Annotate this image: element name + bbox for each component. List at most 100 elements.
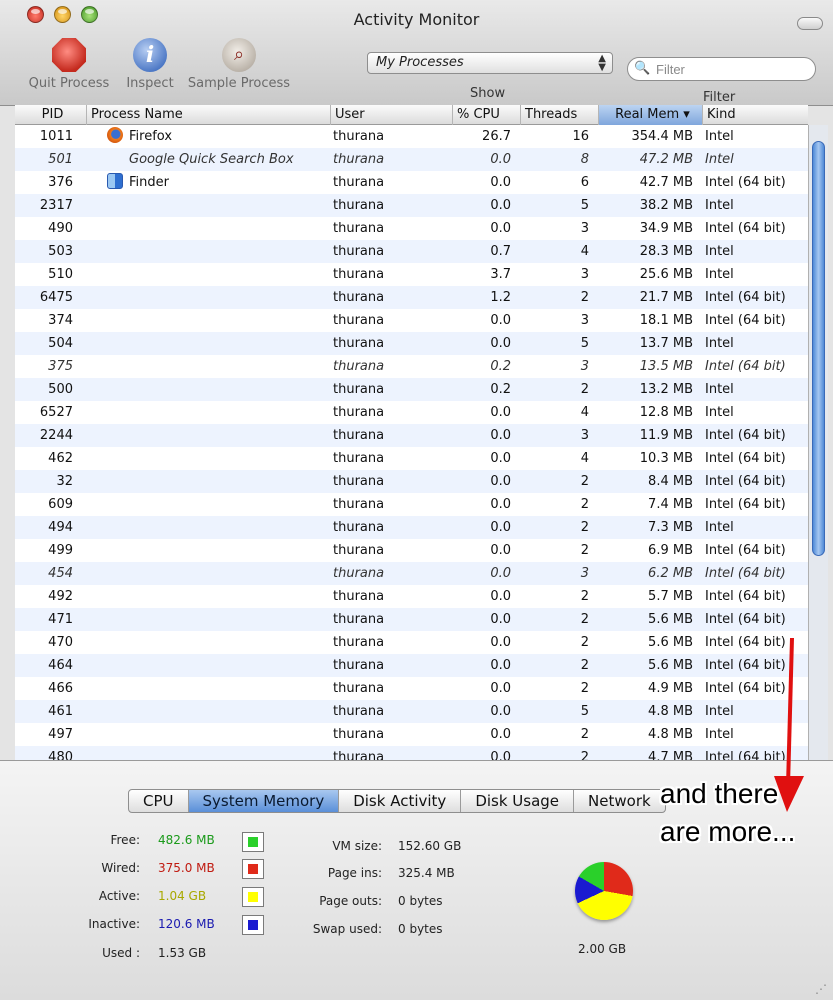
table-row[interactable]: 454 thurana 0.0 3 6.2 MB Intel (64 bit) — [15, 562, 808, 585]
table-row[interactable]: 503 thurana 0.7 4 28.3 MB Intel — [15, 240, 808, 263]
real-mem-cell: 11.9 MB — [599, 424, 697, 447]
process-name-cell — [107, 493, 327, 516]
threads-cell-text: 4 — [580, 244, 589, 259]
cpu-cell-text: 0.0 — [490, 635, 511, 650]
kind-cell-text: Intel (64 bit) — [705, 290, 786, 305]
table-row[interactable]: 466 thurana 0.0 2 4.9 MB Intel (64 bit) — [15, 677, 808, 700]
process-name-cell — [107, 677, 327, 700]
threads-cell-text: 2 — [580, 750, 589, 760]
table-row[interactable]: 480 thurana 0.0 2 4.7 MB Intel (64 bit) — [15, 746, 808, 760]
free-color-swatch[interactable] — [242, 832, 264, 852]
table-row[interactable]: 375 thurana 0.2 3 13.5 MB Intel (64 bit) — [15, 355, 808, 378]
kind-cell-text: Intel — [705, 382, 734, 397]
table-row[interactable]: 470 thurana 0.0 2 5.6 MB Intel (64 bit) — [15, 631, 808, 654]
tab-disk-usage[interactable]: Disk Usage — [461, 790, 575, 812]
tab-disk-activity[interactable]: Disk Activity — [339, 790, 462, 812]
table-row[interactable]: 490 thurana 0.0 3 34.9 MB Intel (64 bit) — [15, 217, 808, 240]
column-header-cpu[interactable]: % CPU — [453, 105, 521, 125]
real-mem-cell: 4.9 MB — [599, 677, 697, 700]
cpu-cell-text: 0.0 — [490, 405, 511, 420]
user-cell-text: thurana — [333, 566, 385, 581]
kind-cell-text: Intel (64 bit) — [705, 543, 786, 558]
table-row[interactable]: 376 Finder thurana 0.0 6 42.7 MB Intel (64 bit… — [15, 171, 808, 194]
inspect-button[interactable]: i Inspect — [120, 38, 180, 91]
used-label: Used : — [102, 946, 140, 960]
table-row[interactable]: 492 thurana 0.0 2 5.7 MB Intel (64 bit) — [15, 585, 808, 608]
table-row[interactable]: 2244 thurana 0.0 3 11.9 MB Intel (64 bit) — [15, 424, 808, 447]
table-row[interactable]: 32 thurana 0.0 2 8.4 MB Intel (64 bit) — [15, 470, 808, 493]
threads-cell-text: 3 — [580, 313, 589, 328]
filter-field[interactable]: 🔍 — [627, 57, 816, 81]
process-name-cell — [107, 539, 327, 562]
column-header-threads[interactable]: Threads — [521, 105, 599, 125]
tab-cpu[interactable]: CPU — [129, 790, 189, 812]
cpu-cell-text: 0.0 — [490, 681, 511, 696]
table-row[interactable]: 499 thurana 0.0 2 6.9 MB Intel (64 bit) — [15, 539, 808, 562]
filter-input[interactable] — [656, 60, 806, 78]
pid-cell-text: 461 — [48, 704, 73, 719]
user-cell: thurana — [333, 378, 443, 401]
kind-cell-text: Intel (64 bit) — [705, 474, 786, 489]
page-ins-label: Page ins: — [327, 866, 382, 880]
kind-cell: Intel (64 bit) — [705, 493, 805, 516]
table-row[interactable]: 461 thurana 0.0 5 4.8 MB Intel — [15, 700, 808, 723]
column-header-process-name[interactable]: Process Name — [87, 105, 331, 125]
pid-cell: 494 — [15, 516, 73, 539]
user-cell-text: thurana — [333, 543, 385, 558]
cpu-cell: 0.0 — [447, 562, 515, 585]
real-mem-cell: 7.3 MB — [599, 516, 697, 539]
table-row[interactable]: 609 thurana 0.0 2 7.4 MB Intel (64 bit) — [15, 493, 808, 516]
resize-grip-icon[interactable]: ⋰ — [815, 982, 827, 996]
table-row[interactable]: 462 thurana 0.0 4 10.3 MB Intel (64 bit) — [15, 447, 808, 470]
toolbar-toggle-button[interactable] — [797, 17, 823, 30]
table-row[interactable]: 497 thurana 0.0 2 4.8 MB Intel — [15, 723, 808, 746]
real-mem-cell: 8.4 MB — [599, 470, 697, 493]
cpu-cell-text: 0.7 — [490, 244, 511, 259]
sample-process-button[interactable]: ⌕ Sample Process — [184, 38, 294, 91]
inactive-color-swatch[interactable] — [242, 915, 264, 935]
pid-cell-text: 464 — [48, 658, 73, 673]
active-color-swatch[interactable] — [242, 887, 264, 907]
tab-network[interactable]: Network — [574, 790, 665, 812]
table-row[interactable]: 504 thurana 0.0 5 13.7 MB Intel — [15, 332, 808, 355]
table-row[interactable]: 2317 thurana 0.0 5 38.2 MB Intel — [15, 194, 808, 217]
table-row[interactable]: 510 thurana 3.7 3 25.6 MB Intel — [15, 263, 808, 286]
table-row[interactable]: 1011 Firefox thurana 26.7 16 354.4 MB Intel — [15, 125, 808, 148]
table-row[interactable]: 501 Google Quick Search Box thurana 0.0 8 47.… — [15, 148, 808, 171]
table-row[interactable]: 464 thurana 0.0 2 5.6 MB Intel (64 bit) — [15, 654, 808, 677]
real-mem-cell: 5.6 MB — [599, 654, 697, 677]
show-processes-select[interactable]: My Processes ▲ ▼ — [367, 52, 613, 74]
real-mem-cell-text: 10.3 MB — [639, 451, 693, 466]
kind-cell-text: Intel — [705, 244, 734, 259]
cpu-cell: 0.0 — [447, 332, 515, 355]
pid-cell: 501 — [15, 148, 73, 171]
wired-color-swatch[interactable] — [242, 859, 264, 879]
kind-cell: Intel (64 bit) — [705, 585, 805, 608]
table-row[interactable]: 374 thurana 0.0 3 18.1 MB Intel (64 bit) — [15, 309, 808, 332]
column-header-user[interactable]: User — [331, 105, 453, 125]
vm-size-value: 152.60 GB — [398, 839, 462, 853]
vertical-scrollbar[interactable] — [808, 125, 828, 760]
column-header-kind[interactable]: Kind — [703, 105, 808, 125]
table-row[interactable]: 6527 thurana 0.0 4 12.8 MB Intel — [15, 401, 808, 424]
tab-system-memory[interactable]: System Memory — [188, 790, 340, 812]
table-row[interactable]: 500 thurana 0.2 2 13.2 MB Intel — [15, 378, 808, 401]
user-cell: thurana — [333, 608, 443, 631]
inactive-swatch-fill — [248, 920, 258, 930]
quit-process-button[interactable]: Quit Process — [24, 38, 114, 91]
table-row[interactable]: 6475 thurana 1.2 2 21.7 MB Intel (64 bit) — [15, 286, 808, 309]
threads-cell: 2 — [521, 654, 593, 677]
column-header-pid[interactable]: PID — [15, 105, 87, 125]
firefox-icon — [107, 127, 123, 143]
pid-cell: 490 — [15, 217, 73, 240]
free-value: 482.6 MB — [158, 833, 215, 847]
threads-cell-text: 3 — [580, 221, 589, 236]
table-row[interactable]: 494 thurana 0.0 2 7.3 MB Intel — [15, 516, 808, 539]
swap-used-label: Swap used: — [312, 922, 382, 936]
user-cell-text: thurana — [333, 244, 385, 259]
column-header-real-mem[interactable]: Real Mem ▾ — [599, 105, 703, 125]
real-mem-cell: 12.8 MB — [599, 401, 697, 424]
table-row[interactable]: 471 thurana 0.0 2 5.6 MB Intel (64 bit) — [15, 608, 808, 631]
scrollbar-thumb[interactable] — [812, 141, 825, 556]
threads-cell: 2 — [521, 539, 593, 562]
